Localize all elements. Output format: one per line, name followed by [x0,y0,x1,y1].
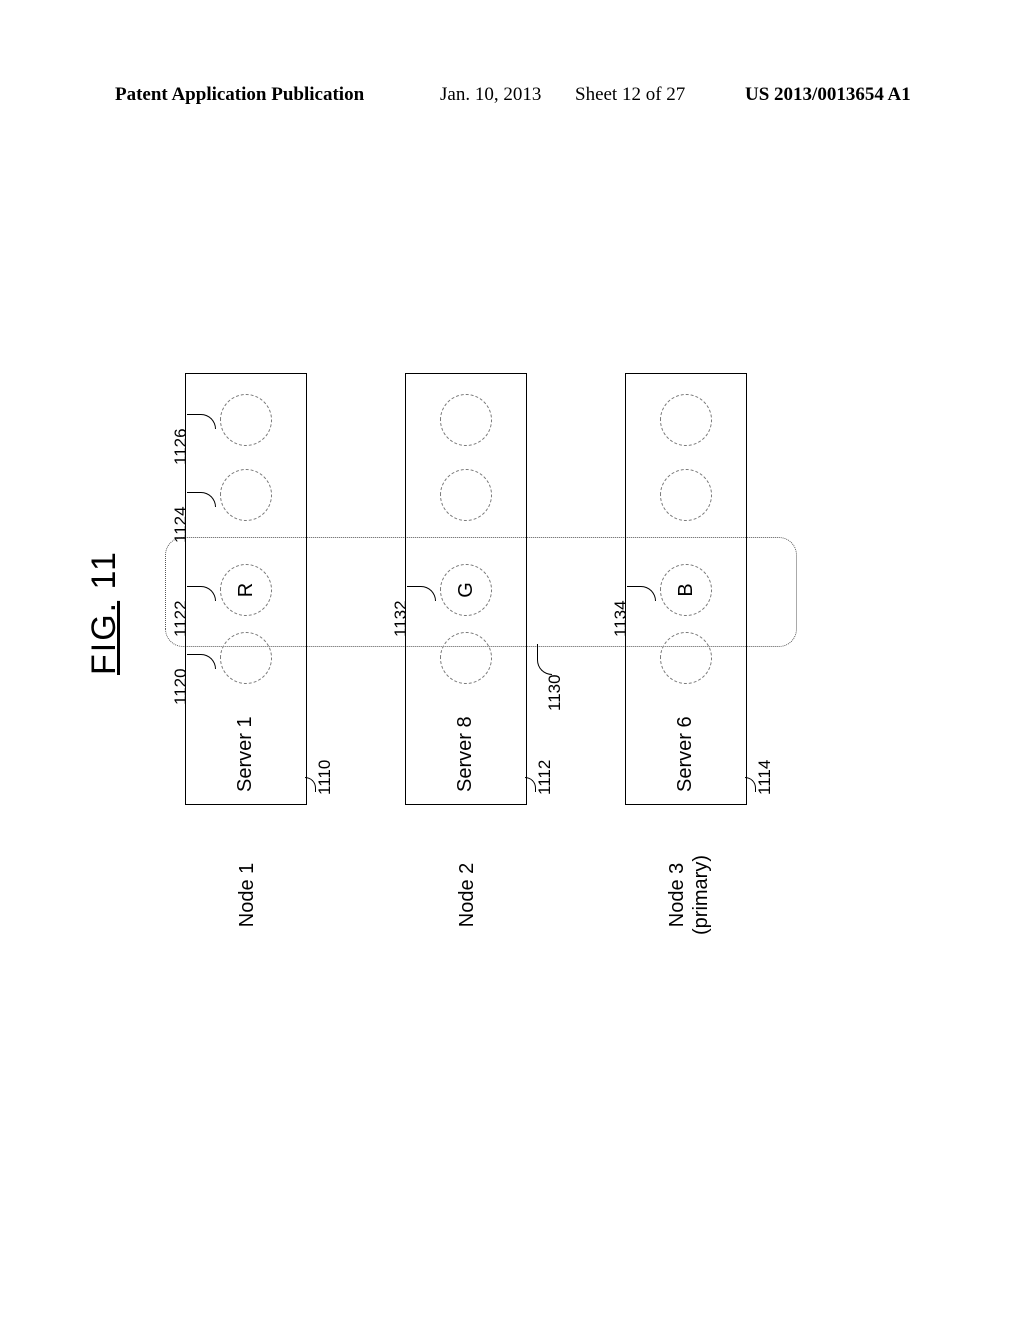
node-2-label: Node 2 [455,845,479,945]
header-publication: Patent Application Publication [115,84,364,106]
server1-slot4 [220,394,272,446]
node-3-name: Node 3 [666,863,688,928]
server6-slot4 [660,394,712,446]
server1-slot1 [220,632,272,684]
node-3-sub: (primary) [690,855,712,935]
lead-1130 [537,644,552,675]
ref-1112: 1112 [535,760,555,795]
node-1-label: Node 1 [235,845,259,945]
figure-11: FIG. 11 Node 1 Node 2 Node 3 (primary) S… [115,295,835,945]
server8-slot3 [440,469,492,521]
ref-1120: 1120 [171,668,191,705]
server6-slot2-B: B [660,564,712,616]
header-docnum: US 2013/0013654 A1 [745,84,911,106]
ref-1114: 1114 [755,760,775,795]
server1-slot3 [220,469,272,521]
ref-1134: 1134 [611,600,631,637]
server6-slot3 [660,469,712,521]
ref-1122: 1122 [171,600,191,637]
node-1-name: Node 1 [236,863,258,928]
figure-title-prefix: FIG. [85,601,123,675]
server-1-name: Server 1 [234,716,257,792]
server8-slot4 [440,394,492,446]
figure-title-number: 11 [85,550,123,589]
header-date: Jan. 10, 2013 [440,84,541,106]
server6-slot1 [660,632,712,684]
figure-title: FIG. 11 [85,550,124,675]
patent-figure-page: Patent Application Publication Jan. 10, … [0,0,1024,1320]
server1-slot2-R: R [220,564,272,616]
server8-slot2-G: G [440,564,492,616]
server-8-name: Server 8 [454,716,477,792]
node-3-label: Node 3 (primary) [665,845,713,945]
server8-slot1 [440,632,492,684]
ref-1132: 1132 [391,600,411,637]
ref-1126: 1126 [171,428,191,465]
node-2-name: Node 2 [456,863,478,928]
ref-1110: 1110 [315,760,335,795]
server-6-name: Server 6 [674,716,697,792]
header-sheet: Sheet 12 of 27 [575,84,685,106]
ref-1124: 1124 [171,506,191,543]
ref-1130: 1130 [545,674,565,711]
